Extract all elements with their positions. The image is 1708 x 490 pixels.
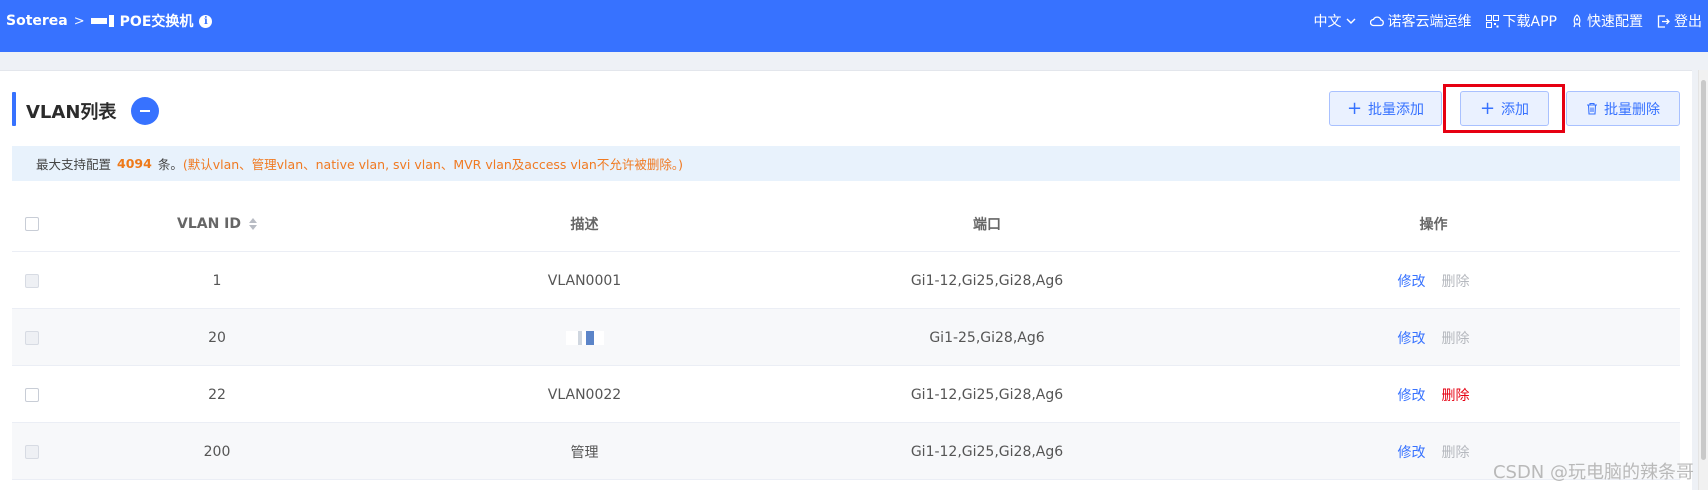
header-vlan-id[interactable]: VLAN ID: [52, 195, 382, 252]
delete-link[interactable]: 删除: [1442, 328, 1470, 348]
cell-ports: Gi1-12,Gi25,Gi28,Ag6: [910, 386, 1064, 403]
row-checkbox[interactable]: [25, 273, 39, 288]
row-checkbox[interactable]: [25, 444, 39, 459]
breadcrumb-separator: >: [73, 13, 85, 29]
logout-icon: [1657, 14, 1670, 28]
redacted-text: [565, 330, 604, 345]
edit-link[interactable]: 修改: [1398, 328, 1426, 348]
rocket-icon: [1573, 14, 1581, 28]
device-icon: [90, 15, 114, 27]
row-check-cell: [12, 366, 52, 423]
row-check-cell: [12, 309, 52, 366]
edit-link[interactable]: 修改: [1398, 442, 1426, 462]
download-app-label: 下载APP: [1502, 14, 1557, 30]
add-label: 添加: [1501, 101, 1530, 118]
watermark: CSDN @玩电脑的辣条哥: [1492, 462, 1694, 483]
cell-ports: Gi1-12,Gi25,Gi28,Ag6: [910, 443, 1064, 460]
cell-vlan-id: 200: [203, 443, 231, 460]
capacity-notice: 最大支持配置 4094 条。 (默认vlan、管理vlan、native vla…: [12, 146, 1680, 181]
add-button[interactable]: + 添加: [1460, 91, 1549, 126]
vlan-table: VLAN ID 描述 端口 操作 1 VLAN0001 Gi1-12,Gi25,…: [12, 195, 1680, 480]
cloud-ops-link[interactable]: 诺客云端运维: [1369, 11, 1472, 31]
edit-link[interactable]: 修改: [1398, 271, 1426, 291]
row-checkbox[interactable]: [25, 330, 39, 345]
device-name: POE交换机: [119, 14, 194, 30]
notice-prefix: 最大支持配置: [36, 157, 112, 172]
table-row: 22 VLAN0022 Gi1-12,Gi25,Gi28,Ag6 修改 删除: [12, 366, 1680, 423]
batch-delete-button[interactable]: 批量删除: [1566, 91, 1680, 126]
collapse-button[interactable]: [131, 97, 159, 125]
table-header-row: VLAN ID 描述 端口 操作: [12, 195, 1680, 252]
delete-link[interactable]: 删除: [1442, 271, 1470, 291]
cell-vlan-id: 20: [208, 329, 226, 346]
header-ports: 端口: [973, 216, 1001, 233]
sort-icon[interactable]: [249, 217, 257, 230]
top-nav-bar: Soterea > POE交换机 i 中文 诺客云端运维 下载APP 快速配置 …: [0, 0, 1708, 52]
cell-ops: 修改 删除: [1187, 366, 1680, 423]
cell-desc: VLAN0022: [547, 386, 622, 403]
scrollbar-thumb[interactable]: [1701, 80, 1706, 460]
row-check-cell: [12, 252, 52, 309]
language-label: 中文: [1313, 14, 1342, 30]
delete-link[interactable]: 删除: [1442, 385, 1470, 405]
breadcrumb: Soterea > POE交换机 i: [6, 10, 213, 32]
notice-suffix: 条。: [157, 157, 183, 172]
batch-add-label: 批量添加: [1368, 101, 1425, 118]
edit-link[interactable]: 修改: [1398, 385, 1426, 405]
header-vlan-id-label: VLAN ID: [176, 215, 241, 232]
download-app-link[interactable]: 下载APP: [1485, 11, 1557, 31]
cell-vlan-id: 22: [208, 386, 226, 403]
quick-config-label: 快速配置: [1587, 14, 1643, 30]
title-accent-bar: [12, 92, 16, 126]
cell-desc: VLAN0001: [547, 272, 622, 289]
top-actions: 中文 诺客云端运维 下载APP 快速配置 登出: [1314, 10, 1702, 32]
language-select[interactable]: 中文: [1314, 11, 1356, 31]
logout-link[interactable]: 登出: [1657, 11, 1702, 31]
delete-link[interactable]: 删除: [1442, 442, 1470, 462]
plus-icon: +: [1346, 97, 1363, 119]
table-row: 1 VLAN0001 Gi1-12,Gi25,Gi28,Ag6 修改 删除: [12, 252, 1680, 309]
panel-title: VLAN列表: [26, 102, 117, 123]
row-check-cell: [12, 423, 52, 480]
select-all-cell: [12, 195, 52, 252]
cell-desc: [382, 309, 787, 366]
cell-vlan-id: 1: [212, 272, 222, 289]
row-checkbox[interactable]: [25, 387, 39, 402]
cell-ports: Gi1-25,Gi28,Ag6: [929, 329, 1045, 346]
plus-icon: +: [1479, 97, 1496, 119]
table-row: 200 管理 Gi1-12,Gi25,Gi28,Ag6 修改 删除: [12, 423, 1680, 480]
batch-add-button[interactable]: + 批量添加: [1329, 91, 1442, 126]
batch-delete-label: 批量删除: [1604, 101, 1660, 118]
trash-icon: [1587, 102, 1597, 115]
cloud-ops-label: 诺客云端运维: [1387, 14, 1472, 30]
notice-tip: (默认vlan、管理vlan、native vlan, svi vlan、MVR…: [182, 157, 683, 172]
header-desc: 描述: [570, 216, 599, 233]
info-icon[interactable]: i: [199, 14, 213, 28]
quick-config-link[interactable]: 快速配置: [1571, 11, 1643, 31]
brand-name[interactable]: Soterea: [6, 13, 68, 29]
vertical-scrollbar[interactable]: [1698, 70, 1708, 490]
cell-desc: 管理: [570, 444, 599, 461]
cloud-icon: [1369, 16, 1384, 27]
chevron-down-icon: [1346, 18, 1356, 24]
cell-ops: 修改 删除: [1187, 252, 1680, 309]
cell-ports: Gi1-12,Gi25,Gi28,Ag6: [910, 272, 1064, 289]
notice-max-count: 4094: [117, 156, 152, 171]
qrcode-icon: [1485, 14, 1499, 28]
select-all-checkbox[interactable]: [25, 216, 39, 231]
table-row: 20 Gi1-25,Gi28,Ag6 修改 删除: [12, 309, 1680, 366]
cell-ops: 修改 删除: [1187, 309, 1680, 366]
logout-label: 登出: [1674, 14, 1702, 30]
header-ops: 操作: [1419, 216, 1448, 233]
minus-icon: [140, 110, 150, 112]
